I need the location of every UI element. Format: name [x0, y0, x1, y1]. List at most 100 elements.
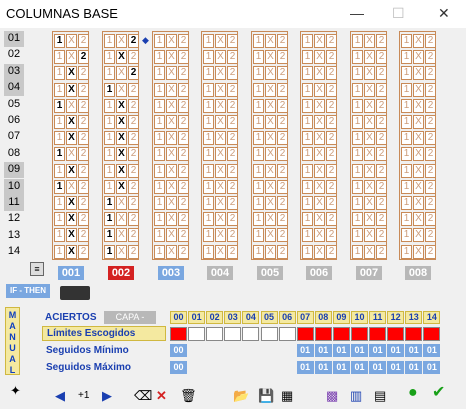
bet-cell[interactable]: 2 — [178, 34, 189, 48]
bet-cell[interactable]: 1 — [302, 82, 313, 97]
column-number-button[interactable]: 005 — [257, 266, 283, 280]
bet-cell[interactable]: 1 — [302, 50, 313, 65]
bet-cell[interactable]: 2 — [128, 66, 139, 81]
bet-cell[interactable]: 1 — [203, 131, 214, 146]
bet-cell[interactable]: X — [166, 34, 177, 48]
bet-cell[interactable]: 1 — [104, 66, 115, 81]
bet-cell[interactable]: X — [66, 228, 77, 243]
bet-cell[interactable]: 2 — [376, 98, 387, 113]
seguidos-min-cell[interactable]: 01 — [387, 344, 405, 357]
bet-cell[interactable]: 1 — [302, 34, 313, 48]
limite-toggle-cell[interactable] — [423, 327, 441, 341]
bet-cell[interactable]: X — [364, 98, 375, 113]
bet-cell[interactable]: X — [215, 196, 226, 210]
open-folder-icon[interactable]: 📂 — [233, 389, 249, 403]
bet-cell[interactable]: 1 — [302, 196, 313, 210]
accept-check-icon[interactable]: ✔ — [432, 385, 445, 401]
bet-cell[interactable]: 1 — [203, 82, 214, 97]
bet-cell[interactable]: 1 — [302, 212, 313, 227]
bet-cell[interactable]: 1 — [54, 34, 65, 48]
bet-cell[interactable]: 1 — [104, 147, 115, 162]
bet-cell[interactable]: 2 — [277, 82, 288, 97]
bet-cell[interactable]: 2 — [227, 82, 238, 97]
bet-cell[interactable]: X — [116, 34, 127, 48]
bet-cell[interactable]: X — [413, 179, 424, 194]
bet-cell[interactable]: 2 — [425, 196, 436, 210]
bet-cell[interactable]: 2 — [227, 50, 238, 65]
bet-cell[interactable]: 1 — [203, 66, 214, 81]
limite-toggle-cell[interactable] — [369, 327, 387, 341]
bet-cell[interactable]: 2 — [227, 115, 238, 129]
bet-cell[interactable]: X — [413, 163, 424, 178]
bet-cell[interactable]: X — [364, 244, 375, 259]
bet-cell[interactable]: 2 — [227, 163, 238, 178]
bet-cell[interactable]: X — [364, 228, 375, 243]
bet-cell[interactable]: 1 — [54, 50, 65, 65]
bet-cell[interactable]: 2 — [326, 244, 337, 259]
trash-icon[interactable]: 🗑 — [180, 389, 197, 403]
bet-cell[interactable]: X — [364, 66, 375, 81]
bet-cell[interactable]: 2 — [277, 50, 288, 65]
bet-cell[interactable]: X — [413, 66, 424, 81]
bet-cell[interactable]: 1 — [154, 179, 165, 194]
bet-cell[interactable]: 2 — [78, 212, 89, 227]
bet-cell[interactable]: X — [116, 212, 127, 227]
bet-cell[interactable]: 2 — [425, 244, 436, 259]
bet-cell[interactable]: 1 — [54, 244, 65, 259]
bet-cell[interactable]: X — [364, 50, 375, 65]
bet-cell[interactable]: 1 — [253, 66, 264, 81]
bet-cell[interactable]: X — [66, 34, 77, 48]
bet-cell[interactable]: X — [66, 115, 77, 129]
bet-cell[interactable]: 1 — [253, 82, 264, 97]
bet-cell[interactable]: 1 — [253, 228, 264, 243]
bet-cell[interactable]: X — [215, 131, 226, 146]
bet-cell[interactable]: X — [66, 131, 77, 146]
bet-cell[interactable]: 2 — [277, 131, 288, 146]
seguidos-max-cell[interactable]: 01 — [314, 361, 332, 374]
keyboard-icon[interactable] — [60, 286, 90, 300]
bet-cell[interactable]: 2 — [128, 196, 139, 210]
bet-cell[interactable]: 1 — [54, 228, 65, 243]
bet-cell[interactable]: 2 — [277, 163, 288, 178]
bet-cell[interactable]: 2 — [178, 98, 189, 113]
bet-cell[interactable]: 1 — [401, 212, 412, 227]
bet-cell[interactable]: 2 — [128, 34, 139, 48]
bet-cell[interactable]: 1 — [302, 244, 313, 259]
bet-cell[interactable]: 1 — [253, 244, 264, 259]
bet-cell[interactable]: X — [215, 179, 226, 194]
bet-cell[interactable]: 1 — [401, 98, 412, 113]
bet-cell[interactable]: 2 — [178, 147, 189, 162]
bet-cell[interactable]: 1 — [352, 50, 363, 65]
bet-cell[interactable]: 2 — [326, 66, 337, 81]
bet-cell[interactable]: X — [314, 131, 325, 146]
bet-cell[interactable]: 2 — [277, 228, 288, 243]
column-number-button[interactable]: 004 — [207, 266, 233, 280]
bet-cell[interactable]: X — [166, 228, 177, 243]
bet-cell[interactable]: 1 — [302, 115, 313, 129]
bet-cell[interactable]: 1 — [253, 179, 264, 194]
bet-cell[interactable]: X — [166, 244, 177, 259]
bet-cell[interactable]: X — [413, 147, 424, 162]
bet-cell[interactable]: X — [116, 82, 127, 97]
bet-cell[interactable]: 2 — [376, 212, 387, 227]
bet-cell[interactable]: 1 — [154, 66, 165, 81]
bet-cell[interactable]: 1 — [352, 82, 363, 97]
bet-cell[interactable]: X — [413, 50, 424, 65]
bet-cell[interactable]: 2 — [128, 212, 139, 227]
bet-cell[interactable]: X — [66, 196, 77, 210]
bet-cell[interactable]: 1 — [203, 34, 214, 48]
bet-cell[interactable]: X — [116, 228, 127, 243]
bet-cell[interactable]: 1 — [203, 196, 214, 210]
bet-cell[interactable]: 2 — [376, 244, 387, 259]
bet-cell[interactable]: 1 — [54, 131, 65, 146]
bet-cell[interactable]: 1 — [352, 196, 363, 210]
bet-cell[interactable]: 2 — [78, 196, 89, 210]
bet-cell[interactable]: 1 — [401, 131, 412, 146]
delete-icon[interactable]: ✕ — [156, 389, 167, 403]
bet-cell[interactable]: 1 — [154, 115, 165, 129]
bet-cell[interactable]: X — [314, 179, 325, 194]
bet-cell[interactable]: 2 — [326, 163, 337, 178]
seguidos-min-cell[interactable]: 01 — [423, 344, 441, 357]
seguidos-min-cell[interactable]: 00 — [170, 344, 187, 357]
calendar-icon[interactable]: ▩ — [326, 389, 338, 403]
